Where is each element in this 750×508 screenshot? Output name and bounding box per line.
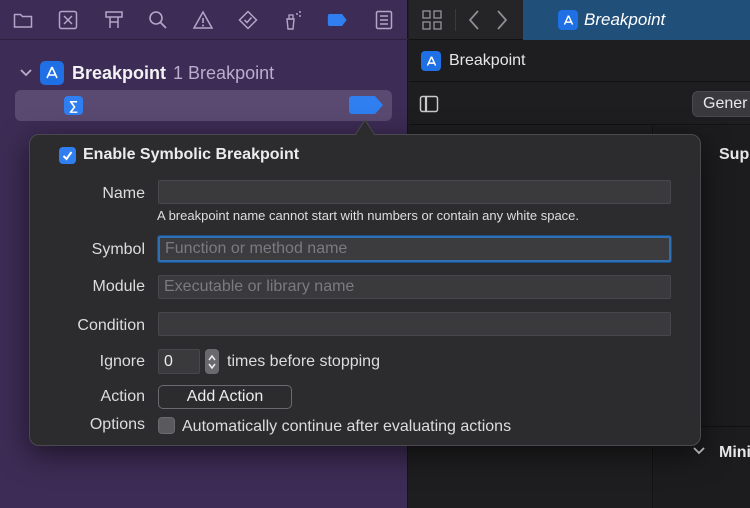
- group-title: Breakpoint: [72, 62, 167, 83]
- symbolic-breakpoint-popover: Enable Symbolic Breakpoint Name A breakp…: [29, 134, 701, 446]
- name-label: Name: [102, 185, 145, 202]
- enable-breakpoint-checkbox[interactable]: [59, 147, 76, 164]
- options-label: Options: [89, 416, 145, 433]
- section-title-supported: Sup: [719, 146, 750, 163]
- condition-label: Condition: [77, 317, 145, 334]
- app-store-icon: [558, 10, 578, 30]
- breakpoint-row[interactable]: ∑: [15, 90, 392, 121]
- action-label: Action: [100, 388, 145, 405]
- enable-breakpoint-label: Enable Symbolic Breakpoint: [83, 146, 300, 163]
- section-title-minimum: Mini: [719, 444, 750, 461]
- auto-continue-label: Automatically continue after evaluating …: [182, 418, 512, 435]
- hierarchy-icon[interactable]: [103, 9, 125, 31]
- jump-bar[interactable]: Breakpoint: [409, 41, 750, 82]
- debug-spray-icon[interactable]: [282, 9, 304, 31]
- ignore-count-field[interactable]: 0: [158, 349, 200, 374]
- app-store-icon: [40, 61, 64, 85]
- test-diamond-icon[interactable]: [237, 9, 259, 31]
- module-label: Module: [92, 278, 145, 295]
- sidebar-toggle-icon[interactable]: [419, 95, 439, 118]
- condition-field[interactable]: [158, 312, 671, 336]
- tab-breakpoint[interactable]: Breakpoint: [523, 0, 750, 40]
- add-action-button[interactable]: Add Action: [158, 385, 292, 409]
- jump-bar-label: Breakpoint: [449, 52, 526, 69]
- folder-icon[interactable]: [12, 9, 34, 31]
- editor-toolbar: Gener: [409, 83, 750, 125]
- name-hint: A breakpoint name cannot start with numb…: [157, 208, 580, 223]
- search-icon[interactable]: [147, 9, 169, 31]
- breakpoint-flag-icon[interactable]: [348, 96, 384, 119]
- symbolic-breakpoint-icon: ∑: [64, 96, 83, 115]
- breakpoint-navigator-icon[interactable]: [326, 9, 348, 31]
- ignore-suffix-label: times before stopping: [227, 353, 380, 370]
- popover-arrow-fill: [356, 121, 374, 135]
- tab-label: Breakpoint: [584, 10, 666, 29]
- name-field[interactable]: [158, 180, 671, 204]
- tab-separator: [455, 9, 456, 31]
- auto-continue-checkbox[interactable]: [158, 417, 175, 434]
- source-control-icon[interactable]: [57, 9, 79, 31]
- group-count: 1 Breakpoint: [173, 62, 275, 83]
- editor-tab-bar: Breakpoint: [409, 0, 750, 40]
- symbol-field[interactable]: [158, 236, 671, 262]
- chevron-down-icon[interactable]: [692, 444, 706, 463]
- navigator-toolbar: [0, 0, 408, 40]
- symbol-label: Symbol: [91, 241, 145, 258]
- warning-icon[interactable]: [192, 9, 214, 31]
- ignore-label: Ignore: [99, 353, 145, 370]
- report-list-icon[interactable]: [373, 9, 395, 31]
- forward-chevron-icon[interactable]: [495, 9, 509, 36]
- back-chevron-icon[interactable]: [467, 9, 481, 36]
- ignore-stepper[interactable]: [205, 349, 219, 374]
- app-store-icon: [421, 51, 441, 71]
- tab-general[interactable]: Gener: [692, 91, 750, 117]
- grid-icon[interactable]: [421, 9, 443, 36]
- chevron-down-icon[interactable]: [18, 65, 34, 81]
- breakpoint-group-row[interactable]: Breakpoint 1 Breakpoint: [18, 60, 274, 86]
- module-field[interactable]: [158, 275, 671, 299]
